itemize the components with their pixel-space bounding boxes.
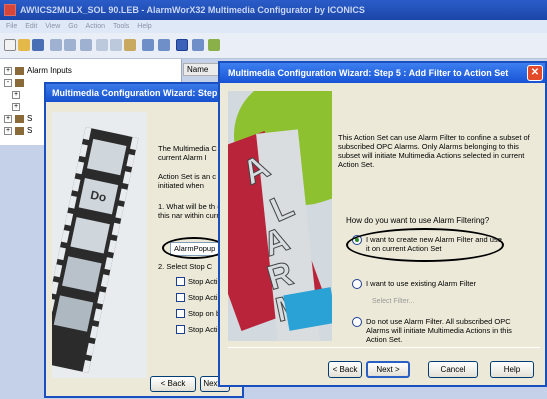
expand-icon[interactable]: +: [12, 102, 20, 111]
save-icon[interactable]: [32, 39, 44, 51]
back-icon[interactable]: [50, 39, 62, 51]
tree-view-icon[interactable]: [142, 39, 154, 51]
filter-intro-text: This Action Set can use Alarm Filter to …: [338, 133, 530, 169]
cancel-button[interactable]: Cancel: [428, 361, 478, 378]
checkbox-label: Stop Actic: [188, 325, 222, 334]
collapse-icon[interactable]: -: [4, 78, 12, 87]
button-separator: [228, 347, 540, 348]
forward-icon[interactable]: [64, 39, 76, 51]
art-blue-shape: [283, 287, 332, 331]
open-icon[interactable]: [18, 39, 30, 51]
existing-filter-select[interactable]: Select Filter...: [368, 296, 422, 308]
tree-item[interactable]: -: [4, 77, 27, 88]
filter-question: How do you want to use Alarm Filtering?: [346, 216, 490, 225]
checkbox-label: Stop Actic: [188, 293, 222, 302]
menu-tools[interactable]: Tools: [113, 23, 129, 30]
grid-icon[interactable]: [192, 39, 204, 51]
menu-view[interactable]: View: [45, 23, 60, 30]
front-wizard-window: Multimedia Configuration Wizard: Step 5 …: [218, 61, 547, 387]
checkbox-label: Stop on b: [188, 309, 221, 318]
film-frame: [87, 138, 127, 176]
folder-icon: [15, 126, 24, 135]
folder-icon: [15, 114, 24, 123]
option-no-filter-label: Do not use Alarm Filter. All subscribed …: [366, 317, 512, 344]
menu-edit[interactable]: Edit: [25, 23, 37, 30]
alarm-illustration: A L A R M: [228, 91, 332, 341]
filmstrip-illustration: Do: [52, 112, 147, 378]
front-wizard-title-bar: Multimedia Configuration Wizard: Step 5 …: [220, 63, 545, 83]
next-button[interactable]: Next >: [366, 361, 410, 378]
folder-icon: [15, 66, 24, 75]
help-button[interactable]: Help: [490, 361, 534, 378]
menu-go[interactable]: Go: [68, 23, 77, 30]
option-existing-filter[interactable]: I want to use existing Alarm Filter: [352, 279, 522, 289]
tree-item[interactable]: + S: [4, 125, 32, 136]
film-strip: Do: [52, 127, 139, 373]
back-wizard-back-button[interactable]: < Back: [150, 376, 196, 392]
tree-item[interactable]: +: [12, 89, 23, 100]
list-column-header-name[interactable]: Name: [183, 63, 219, 76]
tree-item[interactable]: + Alarm Inputs: [4, 65, 72, 76]
film-frame: Do: [78, 177, 119, 215]
stop-checkbox-row[interactable]: Stop on b: [176, 308, 220, 319]
checkbox[interactable]: [176, 293, 185, 302]
menu-action[interactable]: Action: [86, 23, 105, 30]
paste-icon[interactable]: [124, 39, 136, 51]
highlight-ellipse-name: [162, 237, 226, 259]
stop-checkbox-row[interactable]: Stop Actic: [176, 276, 221, 287]
cut-icon[interactable]: [96, 39, 108, 51]
expand-icon[interactable]: +: [4, 66, 12, 75]
expand-icon[interactable]: +: [12, 90, 20, 99]
folder-icon: [15, 78, 24, 87]
radio-no-filter[interactable]: [352, 317, 362, 327]
tree-item-label: S: [27, 114, 33, 123]
tree-item[interactable]: + S: [4, 113, 32, 124]
app-title-bar: AW\ICS2MULX_SOL 90.LEB - AlarmWorX32 Mul…: [0, 0, 547, 20]
stop-checkbox-row[interactable]: Stop Actic: [176, 324, 221, 335]
menu-help[interactable]: Help: [137, 23, 151, 30]
toolbar: [0, 33, 547, 59]
app-title: AW\ICS2MULX_SOL 90.LEB - AlarmWorX32 Mul…: [20, 5, 365, 15]
menu-file[interactable]: File: [6, 23, 17, 30]
stop-checkbox-row[interactable]: Stop Actic: [176, 292, 221, 303]
film-frame: [70, 217, 110, 254]
tree-item-label: S: [27, 126, 33, 135]
highlight-ellipse-option: [346, 228, 504, 262]
copy-icon[interactable]: [110, 39, 122, 51]
checkbox[interactable]: [176, 325, 185, 334]
option-existing-filter-label: I want to use existing Alarm Filter: [366, 279, 477, 288]
back-wizard-title: Multimedia Configuration Wizard: Step: [46, 84, 242, 102]
back-wizard-window: Multimedia Configuration Wizard: Step Do…: [44, 82, 244, 398]
expand-icon[interactable]: +: [4, 126, 12, 135]
film-frame: [62, 256, 102, 293]
front-wizard-title: Multimedia Configuration Wizard: Step 5 …: [228, 68, 509, 78]
properties-icon[interactable]: [208, 39, 220, 51]
checkbox[interactable]: [176, 277, 185, 286]
new-icon[interactable]: [4, 39, 16, 51]
checkbox-label: Stop Actic: [188, 277, 222, 286]
option-no-filter[interactable]: Do not use Alarm Filter. All subscribed …: [352, 317, 532, 344]
details-view-icon[interactable]: [176, 39, 188, 51]
radio-existing-filter[interactable]: [352, 279, 362, 289]
list-view-icon[interactable]: [158, 39, 170, 51]
back-button[interactable]: < Back: [328, 361, 362, 378]
app-icon: [4, 4, 16, 16]
up-icon[interactable]: [80, 39, 92, 51]
tree-item-label: Alarm Inputs: [27, 66, 72, 75]
menu-bar: File Edit View Go Action Tools Help: [0, 20, 547, 33]
checkbox[interactable]: [176, 309, 185, 318]
tree-item[interactable]: +: [12, 101, 23, 112]
close-icon[interactable]: ✕: [527, 65, 543, 81]
expand-icon[interactable]: +: [4, 114, 12, 123]
film-frame: [53, 295, 94, 332]
